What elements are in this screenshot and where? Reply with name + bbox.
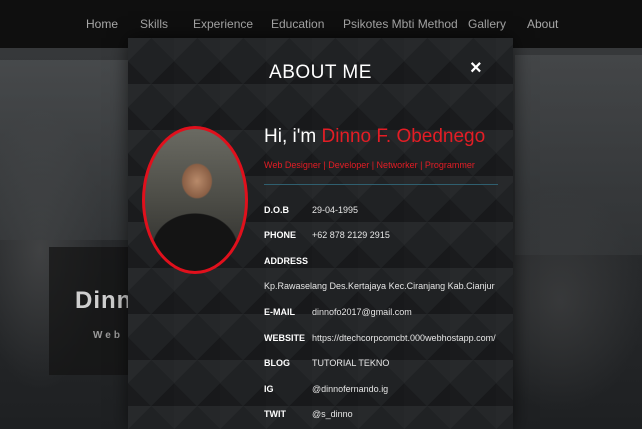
field-dob-label: D.O.B — [264, 205, 290, 215]
modal-title: ABOUT ME — [269, 62, 372, 83]
page: Dinn Web De Home Skills Experience Educa… — [0, 0, 642, 429]
field-website-value[interactable]: https://dtechcorpcomcbt.000webhostapp.co… — [312, 333, 496, 343]
hero-name: Dinn — [75, 287, 133, 314]
nav-item-about[interactable]: About — [527, 17, 558, 31]
field-ig-label: IG — [264, 384, 274, 394]
field-dob-value: 29-04-1995 — [312, 205, 359, 215]
field-twit-value[interactable]: @s_dinno — [312, 409, 353, 419]
greeting-name: Dinno F. Obednego — [321, 126, 486, 147]
field-blog-value[interactable]: TUTORIAL TEKNO — [312, 358, 389, 368]
field-phone-label: PHONE — [264, 230, 297, 240]
field-website-label: WEBSITE — [264, 333, 306, 343]
nav-item-skills[interactable]: Skills — [140, 17, 168, 31]
close-icon[interactable]: × — [470, 58, 482, 78]
profile-avatar — [142, 126, 248, 274]
field-address-label: ADDRESS — [264, 256, 309, 266]
nav-item-psikotes[interactable]: Psikotes Mbti Method — [343, 17, 458, 31]
nav-item-education[interactable]: Education — [271, 17, 324, 31]
nav-item-home[interactable]: Home — [86, 17, 118, 31]
field-blog-label: BLOG — [264, 358, 290, 368]
divider — [264, 184, 498, 185]
field-email-value[interactable]: dinnofo2017@gmail.com — [312, 307, 412, 317]
background-window-right — [515, 55, 642, 255]
greeting-prefix: Hi, i'm — [264, 126, 322, 147]
field-twit-label: TWIT — [264, 409, 286, 419]
greeting: Hi, i'm Dinno F. Obednego — [264, 126, 485, 148]
field-phone-value: +62 878 2129 2915 — [312, 230, 390, 240]
about-me-modal: ABOUT ME × Hi, i'm Dinno F. Obednego Web… — [128, 38, 513, 429]
field-email-label: E-MAIL — [264, 307, 295, 317]
nav-item-gallery[interactable]: Gallery — [468, 17, 506, 31]
nav-item-experience[interactable]: Experience — [193, 17, 253, 31]
background-window-left — [0, 60, 130, 240]
field-ig-value[interactable]: @dinnofernando.ig — [312, 384, 388, 394]
field-address-value: Kp.Rawaselang Des.Kertajaya Kec.Ciranjan… — [264, 281, 495, 291]
roles-text: Web Designer | Developer | Networker | P… — [264, 160, 475, 170]
